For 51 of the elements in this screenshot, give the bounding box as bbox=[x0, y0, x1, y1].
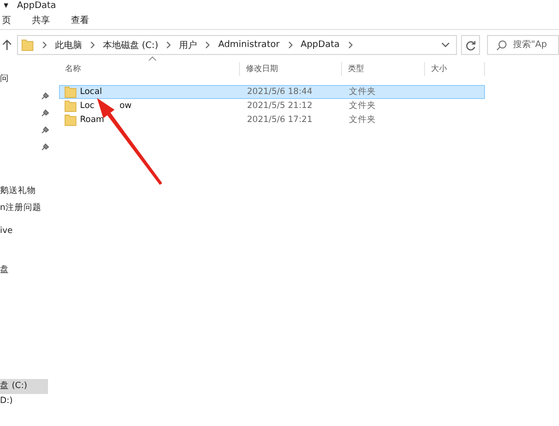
folder-icon bbox=[64, 113, 77, 127]
window-title: AppData bbox=[17, 1, 56, 11]
table-cell-text: 文件夹 bbox=[348, 86, 376, 98]
ribbon-tab[interactable]: 页 bbox=[0, 13, 13, 28]
nav-item[interactable]: 盘 bbox=[0, 262, 55, 279]
refresh-icon bbox=[465, 40, 476, 50]
column-header[interactable]: 名称 bbox=[59, 62, 240, 76]
folder-icon bbox=[21, 38, 34, 52]
file-row[interactable]: Local 2021/5/6 18:44 文件夹 bbox=[59, 85, 485, 99]
chevron-icon bbox=[286, 41, 294, 49]
nav-item[interactable]: 问 bbox=[0, 72, 9, 84]
folder-icon bbox=[64, 85, 77, 99]
breadcrumb[interactable]: 此电脑 bbox=[55, 38, 82, 52]
nav-item[interactable]: n注册问题 bbox=[0, 200, 55, 217]
sort-caret-icon bbox=[148, 56, 157, 61]
breadcrumb[interactable]: 本地磁盘 (C:) bbox=[103, 38, 158, 52]
search-icon bbox=[496, 40, 507, 50]
table-cell-text: 2021/5/5 21:12 bbox=[246, 101, 314, 111]
chevron-icon bbox=[89, 41, 96, 49]
chevron-icon bbox=[346, 41, 354, 49]
folder-icon bbox=[64, 99, 77, 113]
table-cell-text: 2021/5/6 18:44 bbox=[246, 87, 314, 97]
breadcrumb[interactable]: AppData bbox=[300, 40, 340, 50]
table-cell-text: 文件夹 bbox=[348, 100, 376, 112]
refresh-button[interactable] bbox=[461, 35, 480, 55]
file-row[interactable]: Roam 2021/5/6 17:21 文件夹 bbox=[59, 113, 485, 127]
nav-item[interactable]: 鹅送礼物 bbox=[0, 183, 55, 200]
dropdown-caret-icon bbox=[441, 42, 450, 48]
file-name: Roam bbox=[80, 115, 104, 125]
up-arrow-icon bbox=[2, 39, 12, 51]
column-header[interactable]: 修改日期 bbox=[240, 62, 342, 76]
breadcrumb[interactable]: 用户 bbox=[179, 38, 198, 52]
nav-item[interactable]: ive bbox=[0, 223, 55, 240]
file-row[interactable]: Loc ow 2021/5/5 21:12 文件夹 bbox=[59, 99, 485, 113]
file-name: ow bbox=[119, 101, 132, 111]
column-header[interactable]: 大小 bbox=[425, 62, 485, 76]
ribbon-tab[interactable]: 查看 bbox=[69, 13, 91, 28]
address-bar[interactable]: 此电脑 本地磁盘 (C:) 用户 Administrator AppData bbox=[17, 35, 457, 55]
breadcrumb[interactable]: Administrator bbox=[218, 40, 280, 50]
chevron-icon bbox=[165, 41, 172, 49]
table-cell-text: 文件夹 bbox=[348, 114, 376, 126]
file-name: Loc bbox=[80, 101, 94, 111]
table-cell-text: 2021/5/6 17:21 bbox=[246, 115, 314, 125]
nav-item[interactable]: D:) bbox=[0, 394, 48, 409]
file-name: Local bbox=[80, 87, 102, 97]
menu-caret[interactable]: ▾ bbox=[0, 1, 12, 11]
nav-item[interactable]: 盘 (C:) bbox=[0, 379, 48, 394]
chevron-icon bbox=[204, 41, 212, 49]
column-header[interactable]: 类型 bbox=[342, 62, 425, 76]
chevron-icon bbox=[41, 41, 48, 49]
ribbon-tab[interactable]: 共享 bbox=[30, 13, 52, 28]
